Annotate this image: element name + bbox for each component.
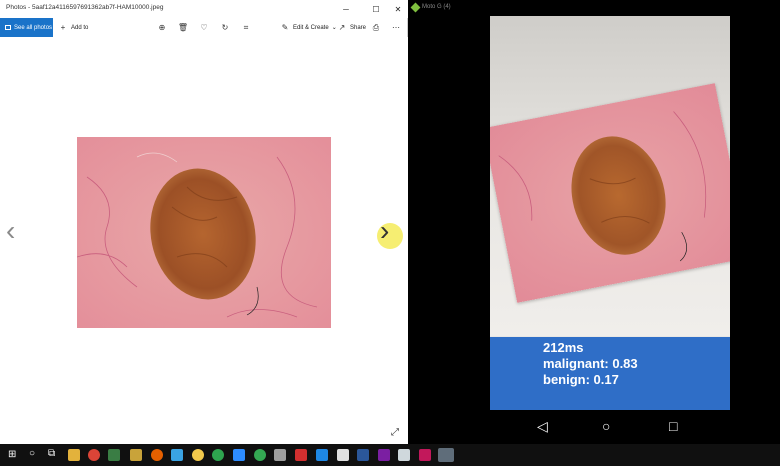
share-icon: ↗ xyxy=(338,23,346,32)
phone-mirror-window: Moto G (4) 212ms malignant: 0.83 benign:… xyxy=(408,0,780,444)
crop-icon: ⌗ xyxy=(243,22,249,32)
edit-create-button[interactable]: ✎ Edit & Create ⌄ xyxy=(280,18,337,37)
share-button[interactable]: ↗ Share xyxy=(337,18,366,37)
zoom-button[interactable]: ⊕ xyxy=(157,18,167,37)
back-icon[interactable]: ◁ xyxy=(537,418,548,435)
delete-button[interactable]: 🗑 xyxy=(178,18,188,37)
app-icon[interactable] xyxy=(192,449,204,461)
add-to-button[interactable]: + Add to xyxy=(58,18,89,37)
android-icon xyxy=(410,2,421,13)
benign-score: benign: 0.17 xyxy=(543,372,619,387)
print-button[interactable]: ⎙ xyxy=(371,18,381,37)
app-icon[interactable] xyxy=(419,449,431,461)
more-button[interactable]: ⋯ xyxy=(391,18,401,37)
calendar-icon[interactable] xyxy=(316,449,328,461)
app-icon[interactable] xyxy=(337,449,349,461)
app-icon[interactable] xyxy=(254,449,266,461)
recents-icon[interactable]: □ xyxy=(669,418,677,434)
rotate-button[interactable]: ↻ xyxy=(220,18,230,37)
home-icon[interactable]: ○ xyxy=(602,418,610,434)
word-icon[interactable] xyxy=(357,449,369,461)
file-explorer-icon[interactable] xyxy=(68,449,80,461)
app-icon[interactable] xyxy=(274,449,286,461)
next-arrow-icon[interactable]: › xyxy=(380,215,389,247)
skin-lesion-image xyxy=(77,137,331,328)
fullscreen-icon[interactable]: ⤢ xyxy=(391,427,399,438)
maximize-button[interactable]: ☐ xyxy=(364,0,388,18)
edit-icon: ✎ xyxy=(281,23,289,32)
camera-preview xyxy=(490,16,730,336)
firefox-icon[interactable] xyxy=(151,449,163,461)
inference-time: 212ms xyxy=(543,340,584,355)
malignant-score: malignant: 0.83 xyxy=(543,356,638,371)
photos-titlebar[interactable]: Photos - 5aaf12a4116597691362ab7f-HAM100… xyxy=(0,0,408,18)
close-button[interactable]: ✕ xyxy=(386,0,410,18)
plus-icon: + xyxy=(60,23,66,32)
window-title: Photos - 5aaf12a4116597691362ab7f-HAM100… xyxy=(6,4,164,11)
app-icon[interactable] xyxy=(171,449,183,461)
zoom-app-icon[interactable] xyxy=(233,449,245,461)
phone-titlebar[interactable]: Moto G (4) xyxy=(408,0,780,16)
rotate-icon: ↻ xyxy=(221,23,229,32)
previous-arrow-icon[interactable]: ‹ xyxy=(6,215,15,247)
app-icon[interactable] xyxy=(108,449,120,461)
photos-window: Photos - 5aaf12a4116597691362ab7f-HAM100… xyxy=(0,0,408,444)
prediction-panel: 212ms malignant: 0.83 benign: 0.17 xyxy=(490,337,730,410)
camera-photo xyxy=(490,83,730,303)
start-icon[interactable]: ⊞ xyxy=(8,449,16,460)
chrome-icon[interactable] xyxy=(88,449,100,461)
photos-toolbar: See all photos + Add to ⊕ 🗑 ♡ ↻ ⌗ ✎ Edit… xyxy=(0,18,408,37)
photos-app-icon[interactable] xyxy=(438,448,454,462)
task-view-icon[interactable]: ⧉ xyxy=(48,448,55,459)
favorite-button[interactable]: ♡ xyxy=(199,18,209,37)
taskbar: ⊞ ○ ⧉ xyxy=(0,444,780,466)
app-icon[interactable] xyxy=(378,449,390,461)
minimize-button[interactable]: ─ xyxy=(334,0,358,18)
phone-screen: 212ms malignant: 0.83 benign: 0.17 xyxy=(490,16,730,410)
search-icon[interactable]: ○ xyxy=(29,448,35,459)
app-icon[interactable] xyxy=(130,449,142,461)
zoom-icon: ⊕ xyxy=(158,23,166,32)
photos-icon xyxy=(5,25,11,30)
crop-button[interactable]: ⌗ xyxy=(241,18,251,37)
print-icon: ⎙ xyxy=(372,22,380,32)
photo-viewer: ‹ › ⤢ xyxy=(0,37,408,444)
app-icon[interactable] xyxy=(212,449,224,461)
favorite-icon: ♡ xyxy=(200,23,208,32)
app-icon[interactable] xyxy=(398,449,410,461)
more-icon: ⋯ xyxy=(392,23,400,32)
delete-icon: 🗑 xyxy=(177,23,189,32)
chevron-down-icon: ⌄ xyxy=(331,25,337,31)
app-icon[interactable] xyxy=(295,449,307,461)
android-nav-bar: ◁ ○ □ xyxy=(490,410,730,444)
see-all-photos-button[interactable]: See all photos xyxy=(0,18,53,37)
